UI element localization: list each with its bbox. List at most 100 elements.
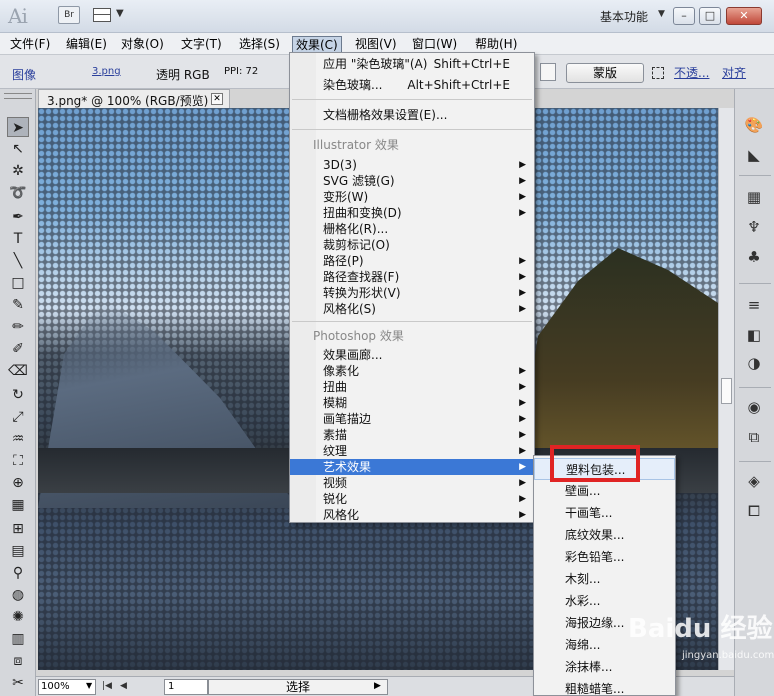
- mesh-tool-icon[interactable]: ⊞: [7, 519, 29, 539]
- line-tool-icon[interactable]: ╲: [7, 251, 29, 271]
- eraser-tool-icon[interactable]: ⌫: [7, 361, 29, 381]
- menu-item-sketch[interactable]: 素描 ▶: [290, 427, 534, 443]
- document-tab[interactable]: 3.png* @ 100% (RGB/预览) ✕: [38, 89, 230, 108]
- rotate-tool-icon[interactable]: ↻: [7, 385, 29, 405]
- linked-file-link[interactable]: 3.png: [92, 66, 121, 77]
- artboards-panel-icon[interactable]: ⧠: [743, 501, 765, 521]
- transparency-panel-icon[interactable]: ◑: [743, 353, 765, 373]
- menu-item-stylize-ps[interactable]: 风格化 ▶: [290, 507, 534, 523]
- submenu-cutout[interactable]: 木刻...: [534, 568, 675, 590]
- menu-apply-last-effect[interactable]: 应用 "染色玻璃"(A) Shift+Ctrl+E: [290, 56, 534, 72]
- blend-tool-icon[interactable]: ◍: [7, 585, 29, 605]
- menu-effect[interactable]: 效果(C): [292, 36, 342, 53]
- image-label[interactable]: 图像: [12, 66, 36, 83]
- menu-item-stylize-ai[interactable]: 风格化(S) ▶: [290, 301, 534, 317]
- eyedropper-tool-icon[interactable]: ⚲: [7, 563, 29, 583]
- chevron-down-icon[interactable]: ▼: [116, 8, 124, 19]
- warp-tool-icon[interactable]: ♒: [7, 429, 29, 449]
- menu-type[interactable]: 文字(T): [178, 36, 225, 53]
- close-button[interactable]: ✕: [726, 7, 762, 25]
- type-tool-icon[interactable]: T: [7, 229, 29, 249]
- menu-item-3d[interactable]: 3D(3) ▶: [290, 157, 534, 173]
- submenu-dry-brush[interactable]: 干画笔...: [534, 502, 675, 524]
- layers-panel-icon[interactable]: ◈: [743, 471, 765, 491]
- control-dropdown[interactable]: [540, 63, 556, 81]
- menu-item-sharpen[interactable]: 锐化 ▶: [290, 491, 534, 507]
- scrollbar-thumb[interactable]: [721, 378, 732, 404]
- submenu-fresco[interactable]: 壁画...: [534, 480, 675, 502]
- free-transform-tool-icon[interactable]: ⛶: [7, 451, 29, 471]
- lasso-tool-icon[interactable]: ➰: [7, 183, 29, 203]
- gradient-tool-icon[interactable]: ▤: [7, 541, 29, 561]
- status-menu-arrow-icon[interactable]: ▶: [374, 681, 381, 691]
- rectangle-tool-icon[interactable]: □: [7, 273, 29, 293]
- scale-tool-icon[interactable]: ⤢: [7, 407, 29, 427]
- select-similar-icon[interactable]: [652, 67, 664, 79]
- maximize-button[interactable]: □: [699, 7, 721, 25]
- menu-item-blur[interactable]: 模糊 ▶: [290, 395, 534, 411]
- workspace-switcher[interactable]: 基本功能: [600, 8, 648, 25]
- status-display[interactable]: 选择: [208, 679, 388, 695]
- minimize-button[interactable]: –: [673, 7, 695, 25]
- panel-grip[interactable]: [4, 93, 32, 99]
- menu-view[interactable]: 视图(V): [352, 36, 400, 53]
- brushes-panel-icon[interactable]: ♆: [743, 217, 765, 237]
- menu-window[interactable]: 窗口(W): [409, 36, 460, 53]
- arrange-documents-icon[interactable]: [93, 8, 111, 22]
- menu-last-effect[interactable]: 染色玻璃... Alt+Shift+Ctrl+E: [290, 77, 534, 93]
- menu-item-brush-strokes[interactable]: 画笔描边 ▶: [290, 411, 534, 427]
- symbol-sprayer-tool-icon[interactable]: ✺: [7, 607, 29, 627]
- menu-object[interactable]: 对象(O): [118, 36, 167, 53]
- symbols-panel-icon[interactable]: ♣: [743, 247, 765, 267]
- artboard-number-select[interactable]: 1: [164, 679, 208, 695]
- menu-item-pixelate[interactable]: 像素化 ▶: [290, 363, 534, 379]
- magic-wand-tool-icon[interactable]: ✲: [7, 161, 29, 181]
- menu-item-video[interactable]: 视频 ▶: [290, 475, 534, 491]
- shape-builder-tool-icon[interactable]: ⊕: [7, 473, 29, 493]
- color-panel-icon[interactable]: 🎨: [743, 115, 765, 135]
- paintbrush-tool-icon[interactable]: ✎: [7, 295, 29, 315]
- mask-button[interactable]: 蒙版: [566, 63, 644, 83]
- chevron-down-icon[interactable]: ▼: [86, 681, 92, 690]
- first-artboard-button[interactable]: |◀: [102, 681, 112, 691]
- menu-item-rasterize[interactable]: 栅格化(R)...: [290, 221, 534, 237]
- color-guide-icon[interactable]: ◣: [743, 145, 765, 165]
- menu-select[interactable]: 选择(S): [236, 36, 283, 53]
- menu-item-svg-filters[interactable]: SVG 滤镜(G) ▶: [290, 173, 534, 189]
- submenu-rough-pastels[interactable]: 粗糙蜡笔...: [534, 678, 675, 696]
- vertical-scrollbar[interactable]: [718, 108, 734, 670]
- slice-tool-icon[interactable]: ✂: [7, 673, 29, 693]
- artboard-tool-icon[interactable]: ⧈: [7, 651, 29, 671]
- selection-tool-icon[interactable]: ➤: [7, 117, 29, 137]
- menu-file[interactable]: 文件(F): [7, 36, 53, 53]
- graphic-styles-panel-icon[interactable]: ⧉: [743, 427, 765, 447]
- menu-item-artistic[interactable]: 艺术效果 ▶: [290, 459, 534, 475]
- menu-item-distort-transform[interactable]: 扭曲和变换(D) ▶: [290, 205, 534, 221]
- stroke-panel-icon[interactable]: ≡: [743, 295, 765, 315]
- menu-item-path[interactable]: 路径(P) ▶: [290, 253, 534, 269]
- opacity-link[interactable]: 不透...: [674, 64, 709, 81]
- previous-artboard-button[interactable]: ◀: [120, 681, 127, 691]
- menu-help[interactable]: 帮助(H): [472, 36, 520, 53]
- close-icon[interactable]: ✕: [211, 93, 223, 105]
- bridge-button[interactable]: Br: [58, 6, 80, 24]
- menu-item-texture[interactable]: 纹理 ▶: [290, 443, 534, 459]
- submenu-underpainting[interactable]: 底纹效果...: [534, 524, 675, 546]
- appearance-panel-icon[interactable]: ◉: [743, 397, 765, 417]
- direct-selection-tool-icon[interactable]: ↖: [7, 139, 29, 159]
- column-graph-tool-icon[interactable]: ▥: [7, 629, 29, 649]
- menu-item-warp[interactable]: 变形(W) ▶: [290, 189, 534, 205]
- perspective-grid-tool-icon[interactable]: ▦: [7, 495, 29, 515]
- menu-item-effect-gallery[interactable]: 效果画廊...: [290, 347, 534, 363]
- pen-tool-icon[interactable]: ✒: [7, 207, 29, 227]
- submenu-colored-pencil[interactable]: 彩色铅笔...: [534, 546, 675, 568]
- menu-item-crop-marks[interactable]: 裁剪标记(O): [290, 237, 534, 253]
- menu-edit[interactable]: 编辑(E): [63, 36, 110, 53]
- blob-brush-tool-icon[interactable]: ✐: [7, 339, 29, 359]
- swatches-panel-icon[interactable]: ▦: [743, 187, 765, 207]
- pencil-tool-icon[interactable]: ✏: [7, 317, 29, 337]
- chevron-down-icon[interactable]: ▼: [658, 9, 665, 19]
- align-link[interactable]: 对齐: [722, 64, 746, 81]
- gradient-panel-icon[interactable]: ◧: [743, 325, 765, 345]
- menu-raster-settings[interactable]: 文档栅格效果设置(E)...: [290, 107, 534, 123]
